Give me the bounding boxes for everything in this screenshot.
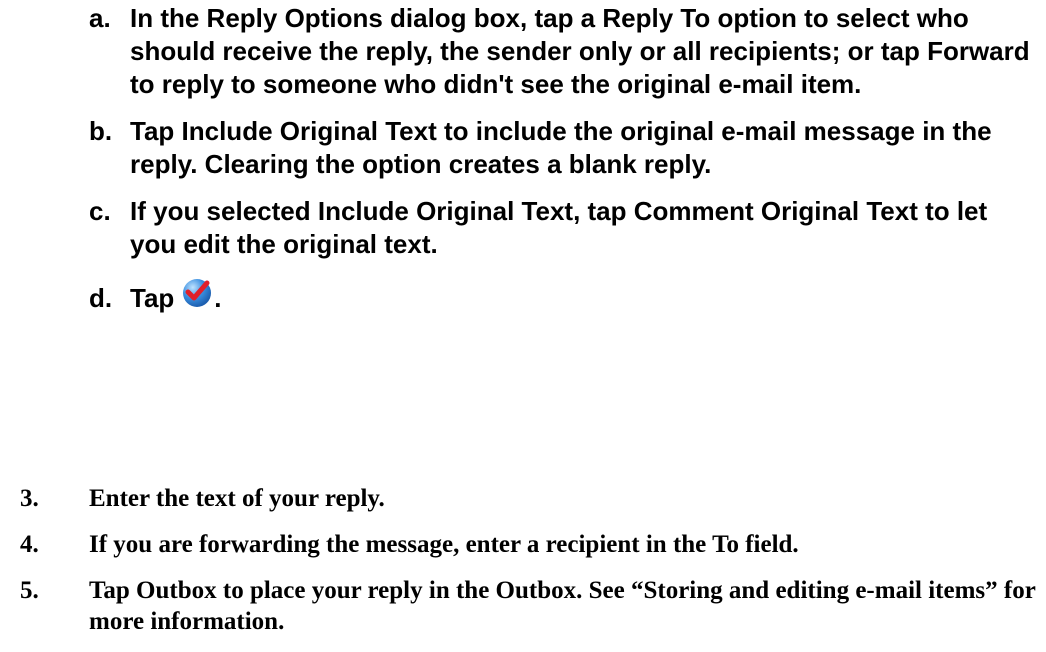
substep-letter: c. bbox=[89, 196, 111, 226]
step-5: 5. Tap Outbox to place your reply in the… bbox=[20, 575, 1040, 637]
substep-c: c. If you selected Include Original Text… bbox=[89, 195, 1039, 261]
document-page: a. In the Reply Options dialog box, tap … bbox=[0, 0, 1046, 649]
substep-letter: d. bbox=[89, 283, 113, 313]
substep-d: d. Tap. bbox=[89, 275, 1039, 315]
step-4: 4. If you are forwarding the message, en… bbox=[20, 529, 1040, 560]
substep-text: Tap Include Original Text to include the… bbox=[130, 116, 992, 179]
substep-a: a. In the Reply Options dialog box, tap … bbox=[89, 2, 1039, 101]
substep-text-before: Tap bbox=[130, 283, 175, 313]
step-3: 3. Enter the text of your reply. bbox=[20, 483, 1040, 514]
step-text: Enter the text of your reply. bbox=[89, 485, 385, 512]
substep-letter: b. bbox=[89, 116, 113, 146]
step-number: 3. bbox=[20, 485, 39, 512]
substep-text: If you selected Include Original Text, t… bbox=[130, 196, 988, 259]
substep-text: In the Reply Options dialog box, tap a R… bbox=[130, 3, 1030, 99]
substep-text-after: . bbox=[214, 283, 222, 313]
substep-letter: a. bbox=[89, 3, 111, 33]
step-text: Tap Outbox to place your reply in the Ou… bbox=[89, 577, 1036, 635]
substep-b: b. Tap Include Original Text to include … bbox=[89, 115, 1039, 181]
step-list: 3. Enter the text of your reply. 4. If y… bbox=[20, 483, 1040, 652]
step-text: If you are forwarding the message, enter… bbox=[89, 531, 799, 558]
substep-text: Tap. bbox=[130, 275, 1039, 315]
step-number: 5. bbox=[20, 577, 39, 604]
checkmark-done-icon bbox=[183, 279, 212, 307]
substep-list: a. In the Reply Options dialog box, tap … bbox=[89, 2, 1039, 329]
step-number: 4. bbox=[20, 531, 39, 558]
